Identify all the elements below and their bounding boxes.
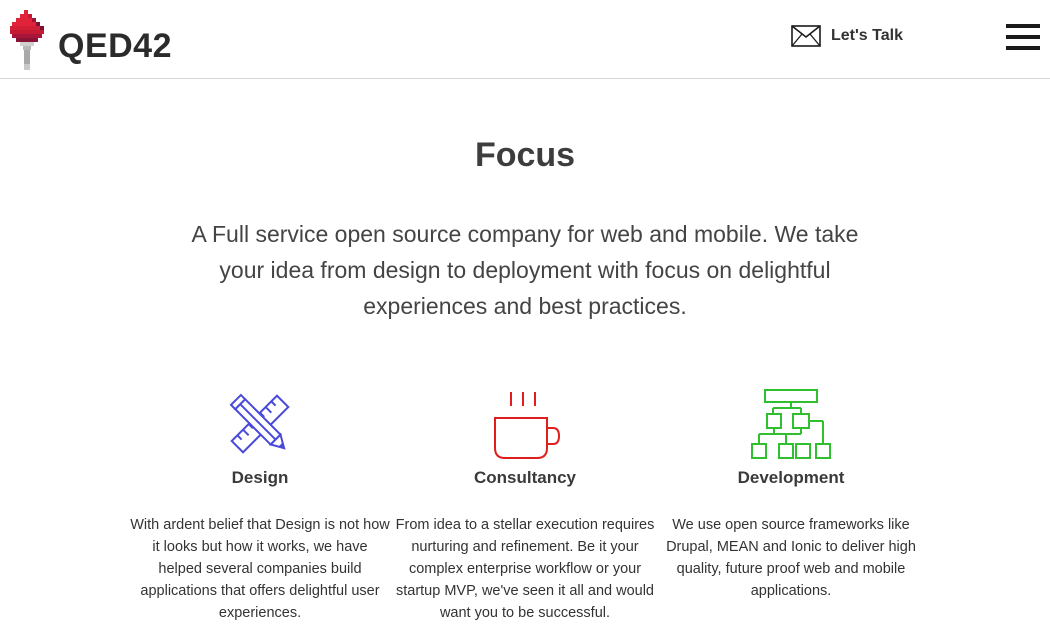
- page-title: Focus: [474, 136, 576, 174]
- logo-text: QED42: [58, 27, 172, 65]
- service-icon-wrap: [395, 385, 655, 460]
- intro-text: A Full service open source company for w…: [191, 221, 859, 319]
- site-header: QED42 Let's Talk: [0, 0, 1050, 79]
- hamburger-menu-button[interactable]: [1006, 24, 1040, 50]
- hamburger-line: [1006, 46, 1040, 50]
- service-description: With ardent belief that Design is not ho…: [130, 517, 390, 621]
- service-title: Design: [231, 468, 289, 487]
- service-icon-wrap: [130, 385, 390, 460]
- service-card-development: Development We use open source framework…: [661, 385, 921, 602]
- torch-logo-icon: [10, 10, 44, 70]
- coffee-cup-icon: [494, 392, 561, 459]
- hamburger-line: [1006, 24, 1040, 28]
- service-title: Development: [737, 468, 845, 487]
- service-card-consultancy: Consultancy From idea to a stellar execu…: [395, 385, 655, 624]
- logo[interactable]: QED42: [10, 8, 172, 72]
- service-icon-wrap: [661, 385, 921, 460]
- service-description: We use open source frameworks like Drupa…: [666, 517, 916, 599]
- lets-talk-label: Let's Talk: [831, 27, 903, 44]
- lets-talk-link[interactable]: Let's Talk: [791, 25, 903, 47]
- hamburger-line: [1006, 35, 1040, 39]
- service-description: From idea to a stellar execution require…: [395, 517, 655, 621]
- service-card-design: Design With ardent belief that Design is…: [130, 385, 390, 624]
- service-title: Consultancy: [473, 468, 577, 487]
- envelope-icon: [791, 25, 821, 47]
- flowchart-icon: [751, 389, 831, 459]
- pencil-ruler-icon: [229, 393, 290, 454]
